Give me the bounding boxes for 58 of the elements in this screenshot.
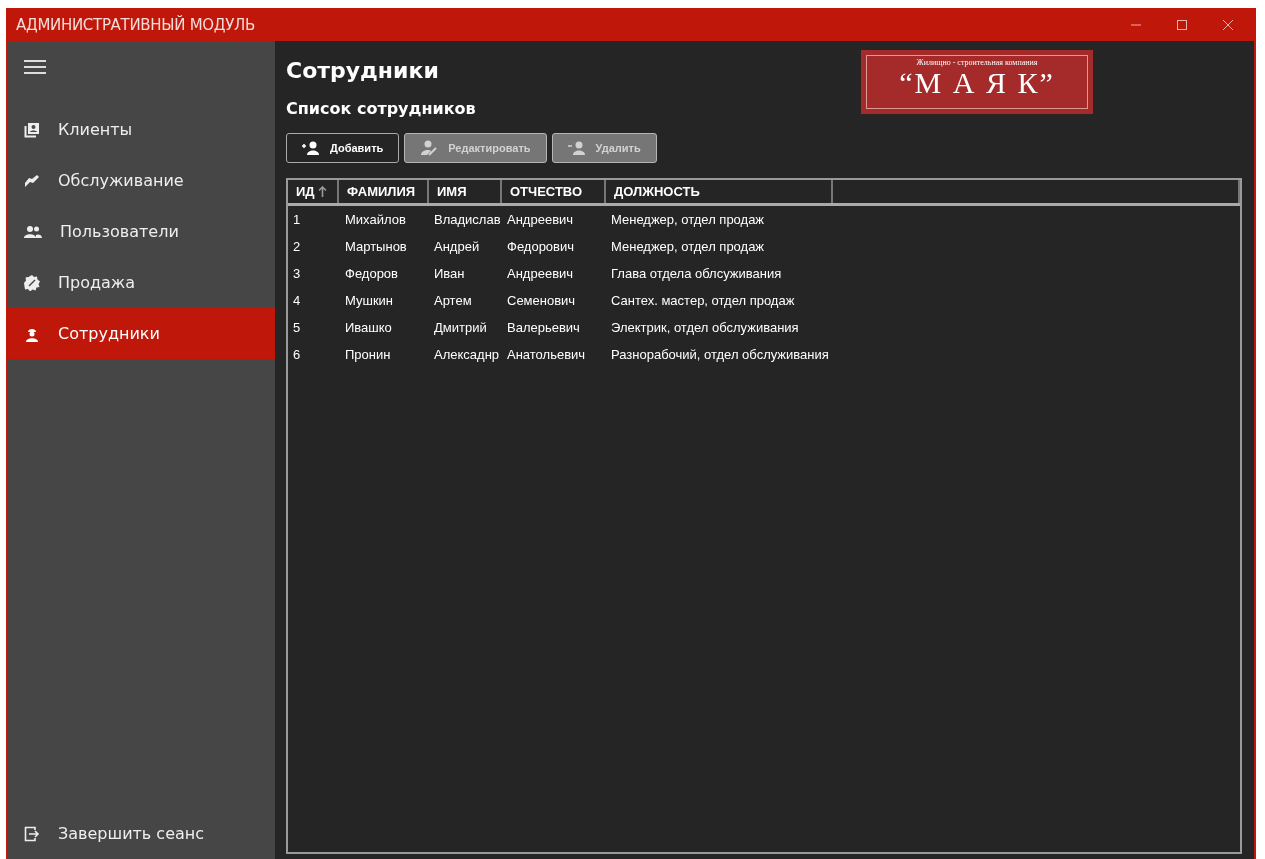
discount-badge-icon (24, 274, 40, 291)
menu-icon[interactable] (23, 59, 47, 75)
remove-user-icon (567, 141, 586, 155)
table-cell-text: Ивашко (344, 320, 393, 335)
table-cell-text: Андреевич (506, 266, 575, 281)
table-cell-text: Иван (433, 266, 466, 281)
table-cell-text: Мушкин (344, 293, 395, 308)
table-cell-text: Менеджер, отдел продаж (610, 239, 766, 254)
table-cell-text: Анатольевич (506, 347, 587, 362)
table-cell-text: Федоров (344, 266, 399, 281)
column-header[interactable]: ОТЧЕСТВО (502, 180, 606, 203)
table-cell-text: Алексаднр (433, 347, 501, 362)
users-icon (24, 223, 42, 240)
table-cell-text: Андрей (433, 239, 481, 254)
table-cell-text: Электрик, отдел обслуживания (610, 320, 800, 335)
table-cell-text: 5 (292, 320, 302, 335)
edit-user-icon (420, 140, 439, 156)
column-header[interactable]: ИД (288, 180, 339, 203)
sidebar-item[interactable]: Обслуживание (7, 155, 275, 206)
add-button[interactable]: Добавить (286, 133, 400, 163)
table-cell-text: Менеджер, отдел продаж (610, 212, 766, 227)
add-user-icon (302, 141, 320, 155)
table-cell-text: Дмитрий (433, 320, 488, 335)
section-title: Список сотрудников (286, 99, 477, 119)
table-cell-text: Валерьевич (506, 320, 581, 335)
table-cell-text: Андреевич (506, 212, 575, 227)
maximize-icon[interactable] (1176, 18, 1188, 31)
table-cell-text: Михайлов (344, 212, 407, 227)
table-cell-text: Федорович (506, 239, 576, 254)
sort-up-icon (317, 186, 327, 197)
window-title: АДМИНИСТРАТИВНЫЙ МОДУЛЬ (16, 15, 256, 34)
column-header[interactable]: ФАМИЛИЯ (339, 180, 429, 203)
table-cell-text: 3 (292, 266, 302, 281)
table-cell-text: Артем (433, 293, 473, 308)
table-cell-text: Владислав (433, 212, 502, 227)
table-cell-text: Разнорабочий, отдел обслуживания (610, 347, 830, 362)
table-cell-text: Сантех. мастер, отдел продаж (610, 293, 796, 308)
close-icon[interactable] (1222, 18, 1234, 31)
table-cell-text: 1 (292, 212, 302, 227)
sidebar-item[interactable]: Клиенты (7, 104, 275, 155)
exit-icon (24, 825, 40, 842)
table-cell-text: Семенович (506, 293, 577, 308)
column-header[interactable]: ИМЯ (429, 180, 502, 203)
table-cell-text: Пронин (344, 347, 392, 362)
logout-button[interactable]: Завершить сеанс (7, 808, 275, 859)
table-cell-text: 4 (292, 293, 302, 308)
table-cell-text: 6 (292, 347, 302, 362)
sidebar-item[interactable]: Продажа (7, 257, 275, 308)
logo-tagline: Жилищно - строительная компания (916, 58, 1038, 68)
logo-name: “М А Я К” (899, 68, 1055, 98)
table-cell-text: Глава отдела облсуживания (610, 266, 783, 281)
column-header[interactable]: ДОЛЖНОСТЬ (606, 180, 833, 203)
sidebar-item[interactable]: Пользователи (7, 206, 275, 257)
table-cell-text: Мартынов (344, 239, 408, 254)
table-cell-text: 2 (292, 239, 302, 254)
contacts-icon (24, 121, 40, 138)
page-title: Сотрудники (286, 57, 440, 85)
sidebar-item[interactable]: Сотрудники (7, 308, 275, 359)
